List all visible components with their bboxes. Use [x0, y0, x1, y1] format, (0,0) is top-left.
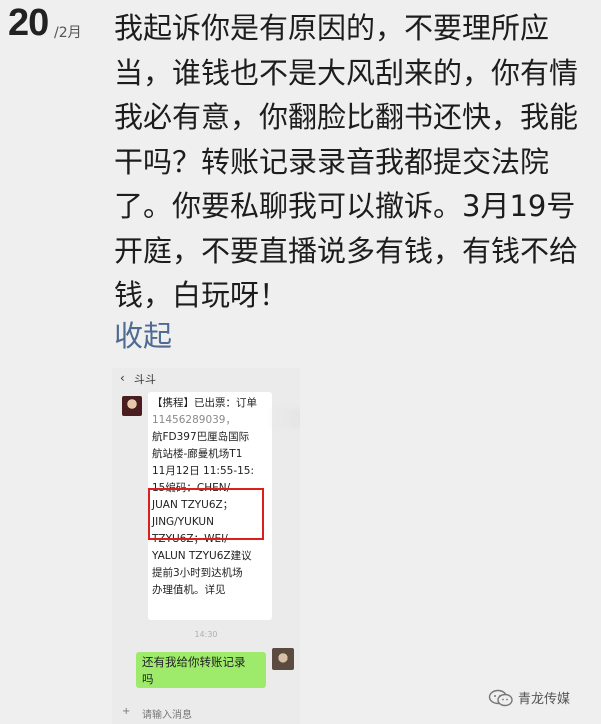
- message-line: 航FD397巴厘岛国际: [152, 431, 250, 443]
- message-line: 办理值机。详见: [152, 584, 226, 596]
- chat-input-bar: + 请输入消息: [112, 702, 300, 724]
- message-line: 提前3小时到达机场: [152, 567, 243, 579]
- outgoing-message-bubble: 还有我给你转账记录 吗: [136, 652, 266, 688]
- chat-title: 斗斗: [134, 373, 156, 386]
- highlight-box: [148, 488, 264, 540]
- collapse-link[interactable]: 收起: [114, 313, 172, 355]
- post-line: 我起诉你是有原因的，不要理所应: [114, 11, 550, 45]
- plus-icon: +: [122, 706, 131, 717]
- message-line: 【携程】已出票：订单: [152, 397, 257, 409]
- date-month: /2月: [54, 25, 82, 41]
- message-line: 还有我给你转账记录: [142, 655, 246, 669]
- post-line: 我必有意，你翻脸比翻书还快，我能: [114, 100, 579, 134]
- post-line: 钱，白玩呀！: [114, 278, 289, 312]
- wechat-icon: [488, 689, 513, 706]
- message-line: 吗: [142, 672, 154, 686]
- user-avatar: [272, 648, 294, 670]
- post-text: 我起诉你是有原因的，不要理所应 当，谁钱也不是大风刮来的，你有情 我必有意，你翻…: [114, 6, 594, 318]
- contact-avatar: [122, 396, 142, 416]
- message-line: YALUN TZYU6Z建议: [152, 550, 252, 562]
- watermark: 青龙传媒: [488, 688, 570, 707]
- post-line: 干吗？转账记录录音我都提交法院: [114, 144, 550, 179]
- message-line: 11456289039，: [152, 414, 236, 426]
- post-line: 当，谁钱也不是大风刮来的，你有情: [114, 55, 579, 90]
- date-day: 20: [8, 2, 49, 44]
- message-line: 航站楼-廊曼机场T1: [152, 448, 243, 460]
- watermark-text: 青龙传媒: [518, 692, 571, 707]
- post-line: 开庭，不要直播说多有钱，有钱不给: [114, 233, 579, 268]
- message-line: 11月12日 11:55-15:: [152, 465, 255, 477]
- chat-header: ‹ 斗斗: [112, 368, 300, 390]
- input-placeholder: 请输入消息: [142, 710, 192, 721]
- time-divider: 14:30: [194, 630, 218, 639]
- chat-screenshot-image[interactable]: ‹ 斗斗 【携程】已出票：订单 11456289039， 航FD397巴厘岛国际…: [112, 368, 300, 724]
- back-arrow-icon: ‹: [120, 371, 125, 385]
- redaction-blur: [270, 408, 300, 428]
- post-line: 了。你要私聊我可以撤诉。3月19号: [114, 189, 576, 223]
